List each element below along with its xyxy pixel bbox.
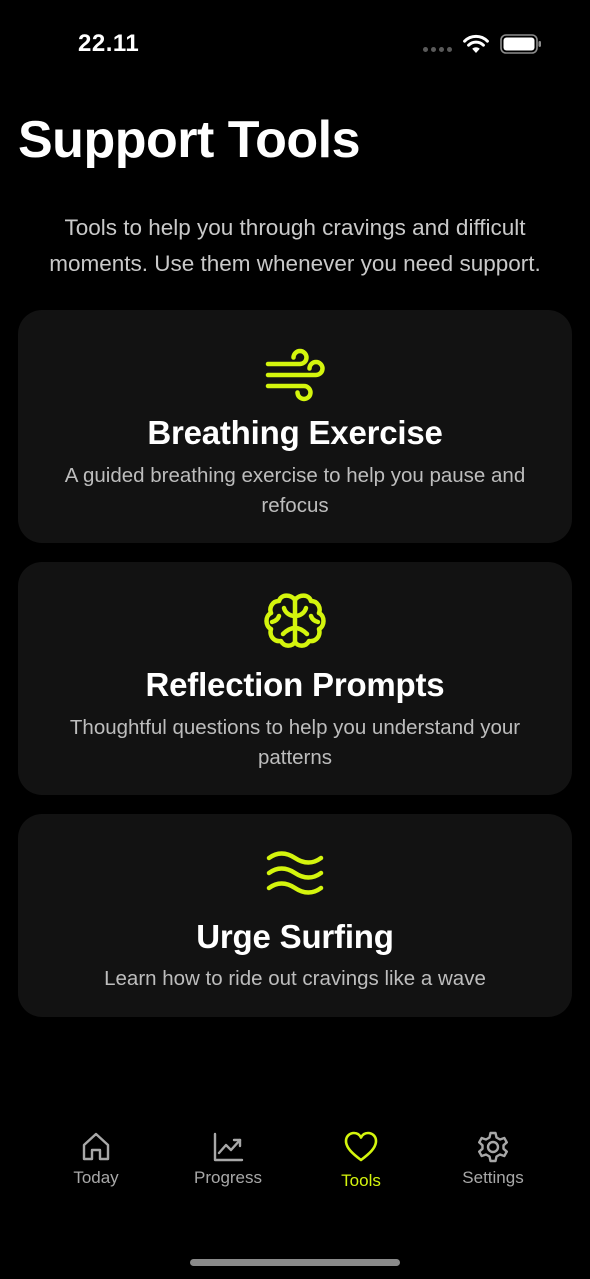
tab-progress[interactable]: Progress [173, 1120, 283, 1200]
tool-title: Breathing Exercise [147, 414, 443, 451]
tool-title: Reflection Prompts [145, 666, 445, 703]
home-icon [82, 1132, 110, 1161]
brain-icon [264, 593, 326, 648]
tab-label: Settings [462, 1168, 524, 1187]
tab-label: Today [73, 1168, 119, 1187]
gear-icon [478, 1131, 508, 1163]
heart-icon [344, 1131, 378, 1162]
tool-description: Learn how to ride out cravings like a wa… [104, 967, 486, 990]
tool-title: Urge Surfing [196, 918, 394, 955]
page-subtitle: Tools to help you through cravings and d… [49, 215, 541, 276]
tab-label: Progress [193, 1168, 263, 1187]
wind-icon [265, 348, 325, 402]
tool-card-urge-surfing[interactable]: Urge Surfing Learn how to ride out cravi… [18, 814, 572, 1017]
tab-bar: Today Progress Tools Settings [0, 1120, 590, 1210]
waves-icon [266, 851, 324, 895]
chart-icon [213, 1132, 244, 1162]
tab-today[interactable]: Today [41, 1120, 151, 1200]
home-indicator[interactable] [190, 1259, 400, 1266]
tool-description: A guided breathing exercise to help you … [64, 464, 526, 517]
status-time: 22.11 [78, 30, 140, 57]
tool-description: Thoughtful questions to help you underst… [69, 716, 521, 769]
tab-tools[interactable]: Tools [306, 1120, 416, 1200]
tool-card-breathing-exercise[interactable]: Breathing Exercise A guided breathing ex… [18, 310, 572, 543]
page-title: Support Tools [18, 111, 361, 169]
cellular-signal-icon [423, 47, 452, 52]
tab-settings[interactable]: Settings [438, 1120, 548, 1200]
status-bar: 22.11 [0, 0, 590, 90]
tool-card-reflection-prompts[interactable]: Reflection Prompts Thoughtful questions … [18, 562, 572, 795]
wifi-icon [463, 34, 489, 53]
battery-icon [500, 34, 541, 54]
tab-label: Tools [341, 1171, 381, 1190]
